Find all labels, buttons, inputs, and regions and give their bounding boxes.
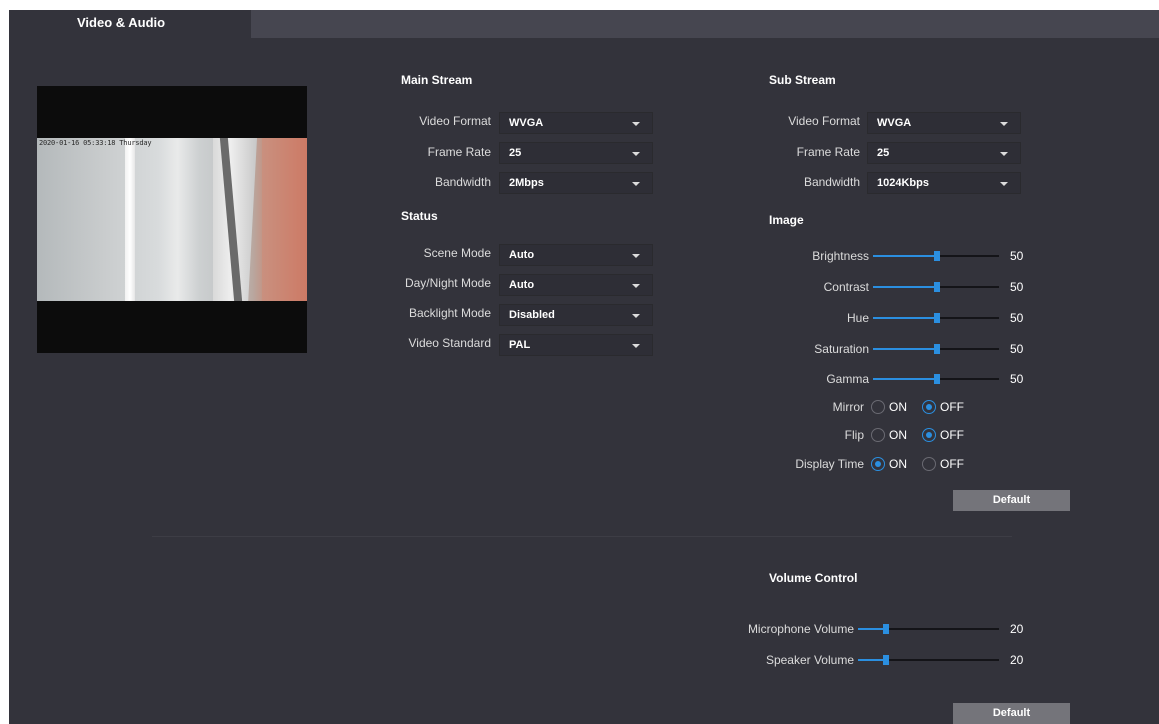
display-time-off-radio[interactable]: [922, 457, 936, 471]
camera-image: [37, 138, 307, 301]
saturation-value: 50: [1010, 342, 1024, 356]
chevron-down-icon: [632, 152, 640, 156]
sub-video-format-select[interactable]: WVGA: [867, 112, 1021, 134]
volume-default-button[interactable]: Default: [953, 703, 1070, 724]
flip-off-radio[interactable]: [922, 428, 936, 442]
main-bandwidth-select[interactable]: 2Mbps: [499, 172, 653, 194]
slider-thumb[interactable]: [934, 251, 940, 261]
sub-stream-title: Sub Stream: [769, 73, 836, 87]
chevron-down-icon: [632, 284, 640, 288]
hue-label: Hue: [846, 311, 869, 325]
slider-thumb[interactable]: [934, 344, 940, 354]
saturation-slider[interactable]: [873, 342, 999, 356]
speaker-volume-slider[interactable]: [858, 653, 999, 667]
main-frame-rate-label: Frame Rate: [427, 145, 491, 159]
gamma-value: 50: [1010, 372, 1024, 386]
contrast-value: 50: [1010, 280, 1024, 294]
volume-control-title: Volume Control: [769, 571, 858, 585]
status-title: Status: [401, 209, 438, 223]
app-window: Video & Audio 2020-01-16 05:33:18 Thursd…: [9, 10, 1159, 724]
gamma-label: Gamma: [826, 372, 869, 386]
chevron-down-icon: [1000, 182, 1008, 186]
mirror-off-label[interactable]: OFF: [940, 400, 964, 414]
mirror-label: Mirror: [832, 400, 864, 414]
section-divider: [152, 536, 1012, 537]
contrast-slider[interactable]: [873, 280, 999, 294]
scene-mode-select[interactable]: Auto: [499, 244, 653, 266]
mirror-on-label[interactable]: ON: [889, 400, 907, 414]
contrast-label: Contrast: [823, 280, 869, 294]
slider-thumb[interactable]: [934, 313, 940, 323]
hue-value: 50: [1010, 311, 1024, 325]
scene-mode-label: Scene Mode: [423, 246, 491, 260]
slider-thumb[interactable]: [934, 374, 940, 384]
slider-thumb[interactable]: [883, 624, 889, 634]
chevron-down-icon: [632, 344, 640, 348]
tab-bar: Video & Audio: [9, 10, 1159, 38]
speaker-volume-value: 20: [1010, 653, 1024, 667]
display-time-on-label[interactable]: ON: [889, 457, 907, 471]
display-time-on-radio[interactable]: [871, 457, 885, 471]
day-night-mode-select[interactable]: Auto: [499, 274, 653, 296]
video-preview: 2020-01-16 05:33:18 Thursday: [37, 86, 307, 353]
sub-frame-rate-label: Frame Rate: [796, 145, 860, 159]
flip-label: Flip: [844, 428, 864, 442]
chevron-down-icon: [632, 254, 640, 258]
chevron-down-icon: [632, 314, 640, 318]
video-standard-label: Video Standard: [408, 336, 491, 350]
gamma-slider[interactable]: [873, 372, 999, 386]
microphone-volume-label: Microphone Volume: [747, 622, 854, 636]
flip-off-label[interactable]: OFF: [940, 428, 964, 442]
backlight-mode-label: Backlight Mode: [408, 306, 491, 320]
main-bandwidth-label: Bandwidth: [434, 175, 491, 189]
mirror-on-radio[interactable]: [871, 400, 885, 414]
main-stream-title: Main Stream: [401, 73, 473, 87]
main-video-format-select[interactable]: WVGA: [499, 112, 653, 134]
tab-video-audio[interactable]: Video & Audio: [9, 10, 251, 38]
main-video-format-label: Video Format: [419, 114, 491, 128]
chevron-down-icon: [632, 182, 640, 186]
saturation-label: Saturation: [814, 342, 869, 356]
microphone-volume-slider[interactable]: [858, 622, 999, 636]
brightness-slider[interactable]: [873, 249, 999, 263]
slider-thumb[interactable]: [934, 282, 940, 292]
main-frame-rate-select[interactable]: 25: [499, 142, 653, 164]
chevron-down-icon: [1000, 152, 1008, 156]
day-night-mode-label: Day/Night Mode: [404, 276, 491, 290]
sub-frame-rate-select[interactable]: 25: [867, 142, 1021, 164]
preview-timestamp: 2020-01-16 05:33:18 Thursday: [39, 139, 152, 147]
display-time-off-label[interactable]: OFF: [940, 457, 964, 471]
flip-on-label[interactable]: ON: [889, 428, 907, 442]
chevron-down-icon: [1000, 122, 1008, 126]
display-time-label: Display Time: [795, 457, 864, 471]
backlight-mode-select[interactable]: Disabled: [499, 304, 653, 326]
sub-video-format-label: Video Format: [788, 114, 860, 128]
image-title: Image: [769, 213, 804, 227]
sub-bandwidth-label: Bandwidth: [803, 175, 860, 189]
image-default-button[interactable]: Default: [953, 490, 1070, 511]
chevron-down-icon: [632, 122, 640, 126]
flip-on-radio[interactable]: [871, 428, 885, 442]
speaker-volume-label: Speaker Volume: [765, 653, 854, 667]
microphone-volume-value: 20: [1010, 622, 1024, 636]
mirror-off-radio[interactable]: [922, 400, 936, 414]
hue-slider[interactable]: [873, 311, 999, 325]
sub-bandwidth-select[interactable]: 1024Kbps: [867, 172, 1021, 194]
brightness-value: 50: [1010, 249, 1024, 263]
brightness-label: Brightness: [812, 249, 869, 263]
video-standard-select[interactable]: PAL: [499, 334, 653, 356]
slider-thumb[interactable]: [883, 655, 889, 665]
